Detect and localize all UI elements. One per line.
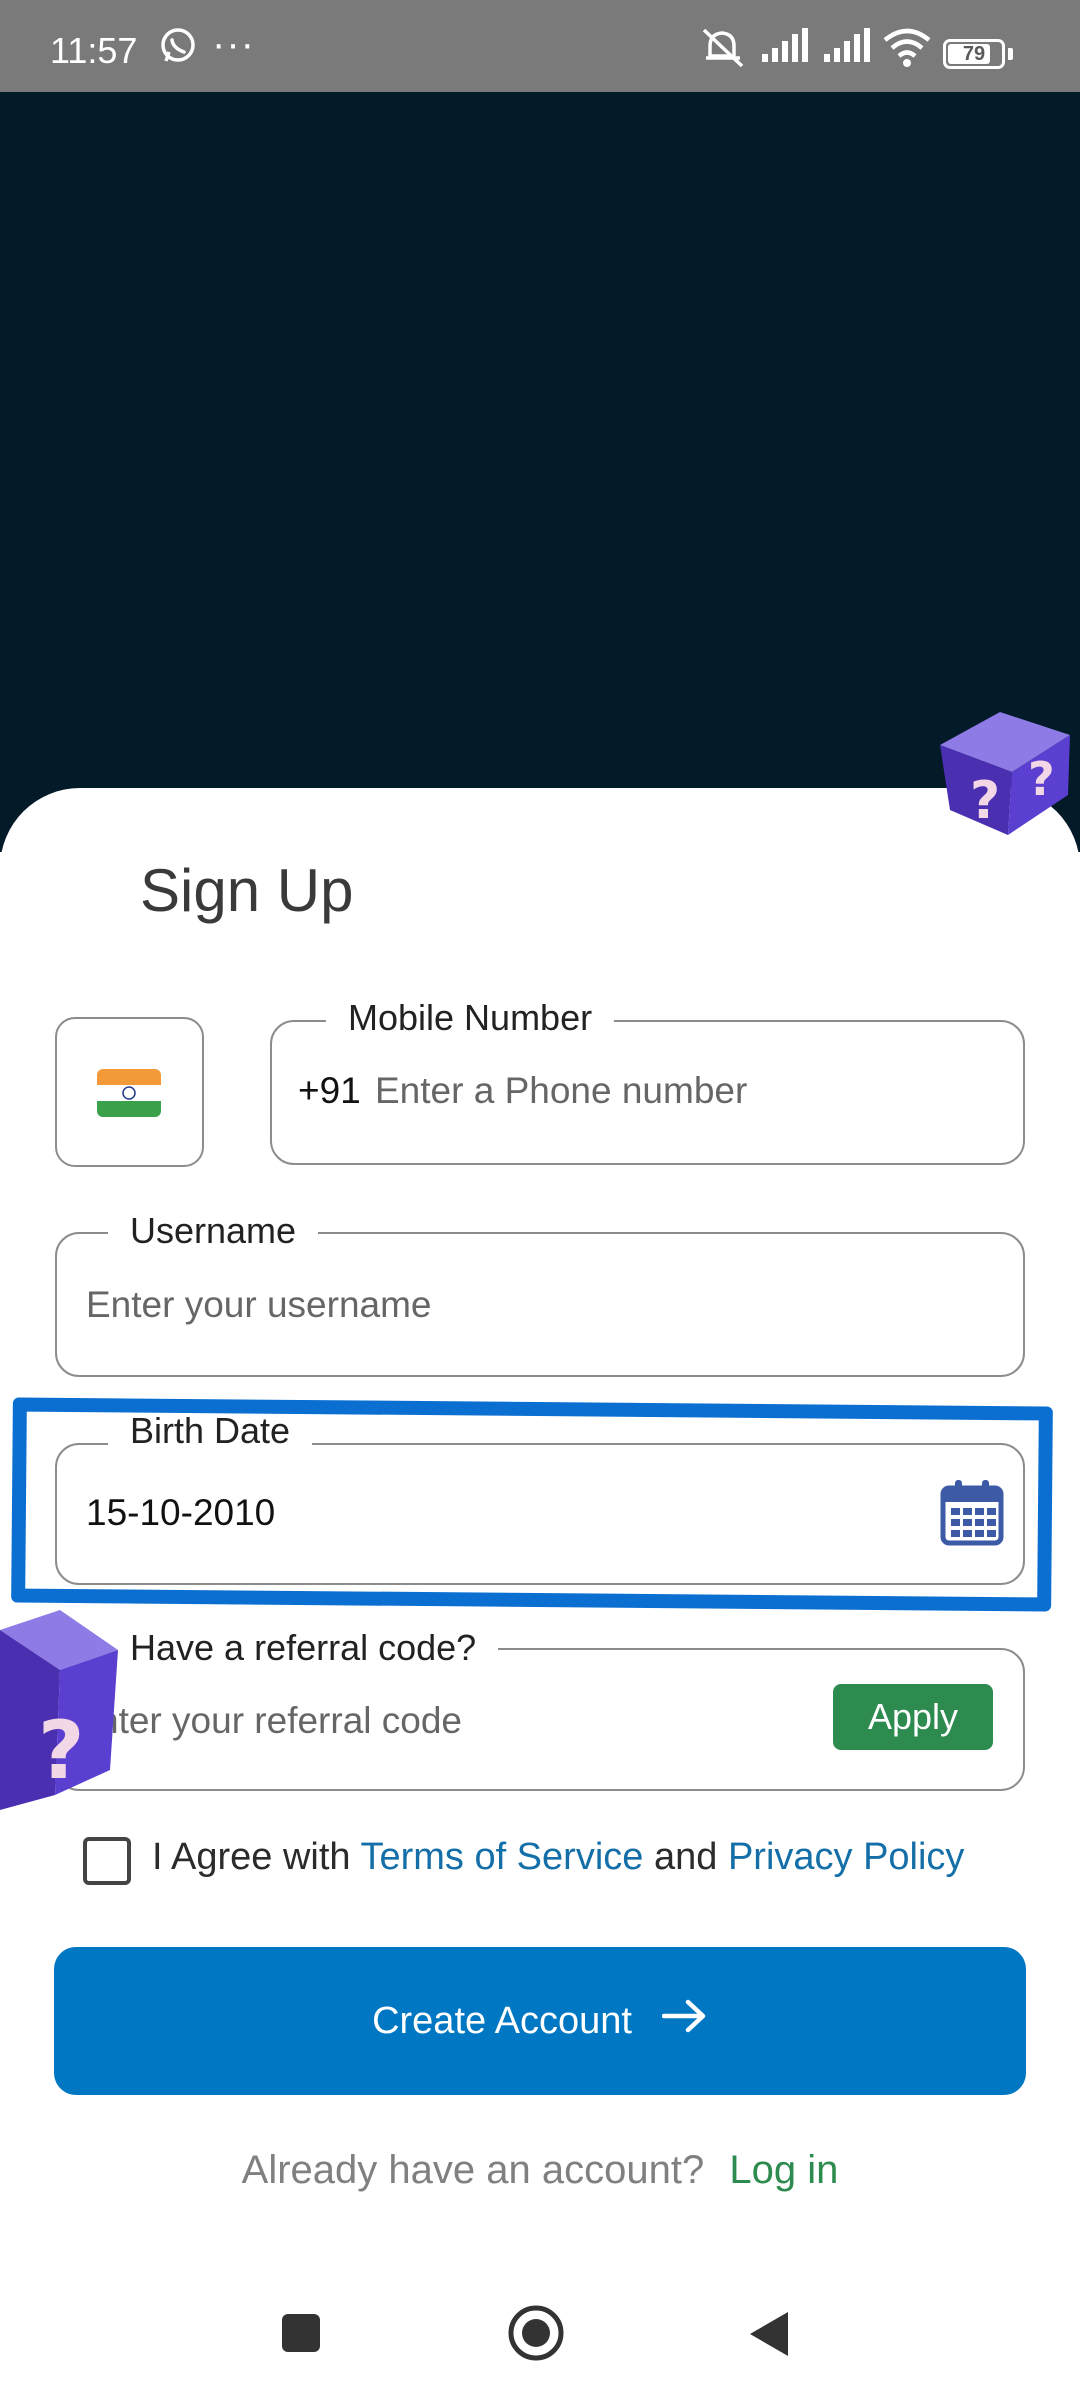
- country-code-selector[interactable]: [55, 1017, 204, 1167]
- privacy-policy-link[interactable]: Privacy Policy: [728, 1836, 965, 1878]
- referral-code-label: Have a referral code?: [108, 1627, 499, 1669]
- india-flag-icon: [97, 1069, 161, 1117]
- recents-button[interactable]: [280, 2312, 322, 2358]
- username-label: Username: [108, 1210, 319, 1252]
- home-button[interactable]: [507, 2304, 565, 2366]
- create-account-label: Create Account: [372, 1999, 632, 2042]
- apply-button[interactable]: Apply: [833, 1684, 993, 1750]
- svg-text:?: ?: [38, 1704, 84, 1797]
- mobile-number-input[interactable]: Enter a Phone number: [375, 1070, 747, 1112]
- page-title: Sign Up: [140, 857, 354, 924]
- header-background: [0, 92, 1080, 852]
- mobile-number-label: Mobile Number: [326, 997, 615, 1039]
- agree-prefix: I Agree with: [152, 1836, 351, 1878]
- svg-text:?: ?: [970, 771, 1000, 831]
- create-account-button[interactable]: Create Account: [54, 1947, 1026, 2095]
- question-cube-icon: ?: [0, 1610, 130, 1829]
- referral-code-input[interactable]: nter your referral code: [98, 1700, 462, 1742]
- mute-icon: [700, 26, 748, 74]
- agree-text: I Agree with Terms of Service and Privac…: [152, 1836, 964, 1879]
- login-link[interactable]: Log in: [729, 2148, 838, 2192]
- battery-icon: 79: [943, 39, 1005, 69]
- country-code-prefix: +91: [298, 1070, 361, 1111]
- wifi-icon: [882, 26, 932, 72]
- signal-icon: [822, 26, 872, 70]
- battery-level: 79: [962, 43, 986, 65]
- question-cube-icon: ? ?: [930, 700, 1080, 844]
- login-prompt: Already have an account?: [241, 2148, 705, 2192]
- signal-icon: [760, 26, 810, 70]
- system-nav-bar: [0, 2280, 1080, 2400]
- highlight-annotation: [11, 1397, 1053, 1612]
- username-input[interactable]: Enter your username: [86, 1284, 432, 1326]
- more-notifications-icon: ···: [212, 22, 255, 66]
- back-button[interactable]: [748, 2310, 790, 2362]
- login-prompt-row: Already have an account? Log in: [0, 2148, 1080, 2193]
- arrow-right-icon: [661, 1998, 708, 2044]
- terms-of-service-link[interactable]: Terms of Service: [360, 1836, 643, 1878]
- status-bar: 11:57 ··· 79: [0, 0, 1080, 92]
- agree-checkbox[interactable]: [83, 1837, 131, 1885]
- whatsapp-icon: [158, 26, 198, 70]
- agree-and: and: [653, 1836, 718, 1878]
- status-time: 11:57: [50, 30, 138, 71]
- svg-text:?: ?: [1028, 752, 1055, 806]
